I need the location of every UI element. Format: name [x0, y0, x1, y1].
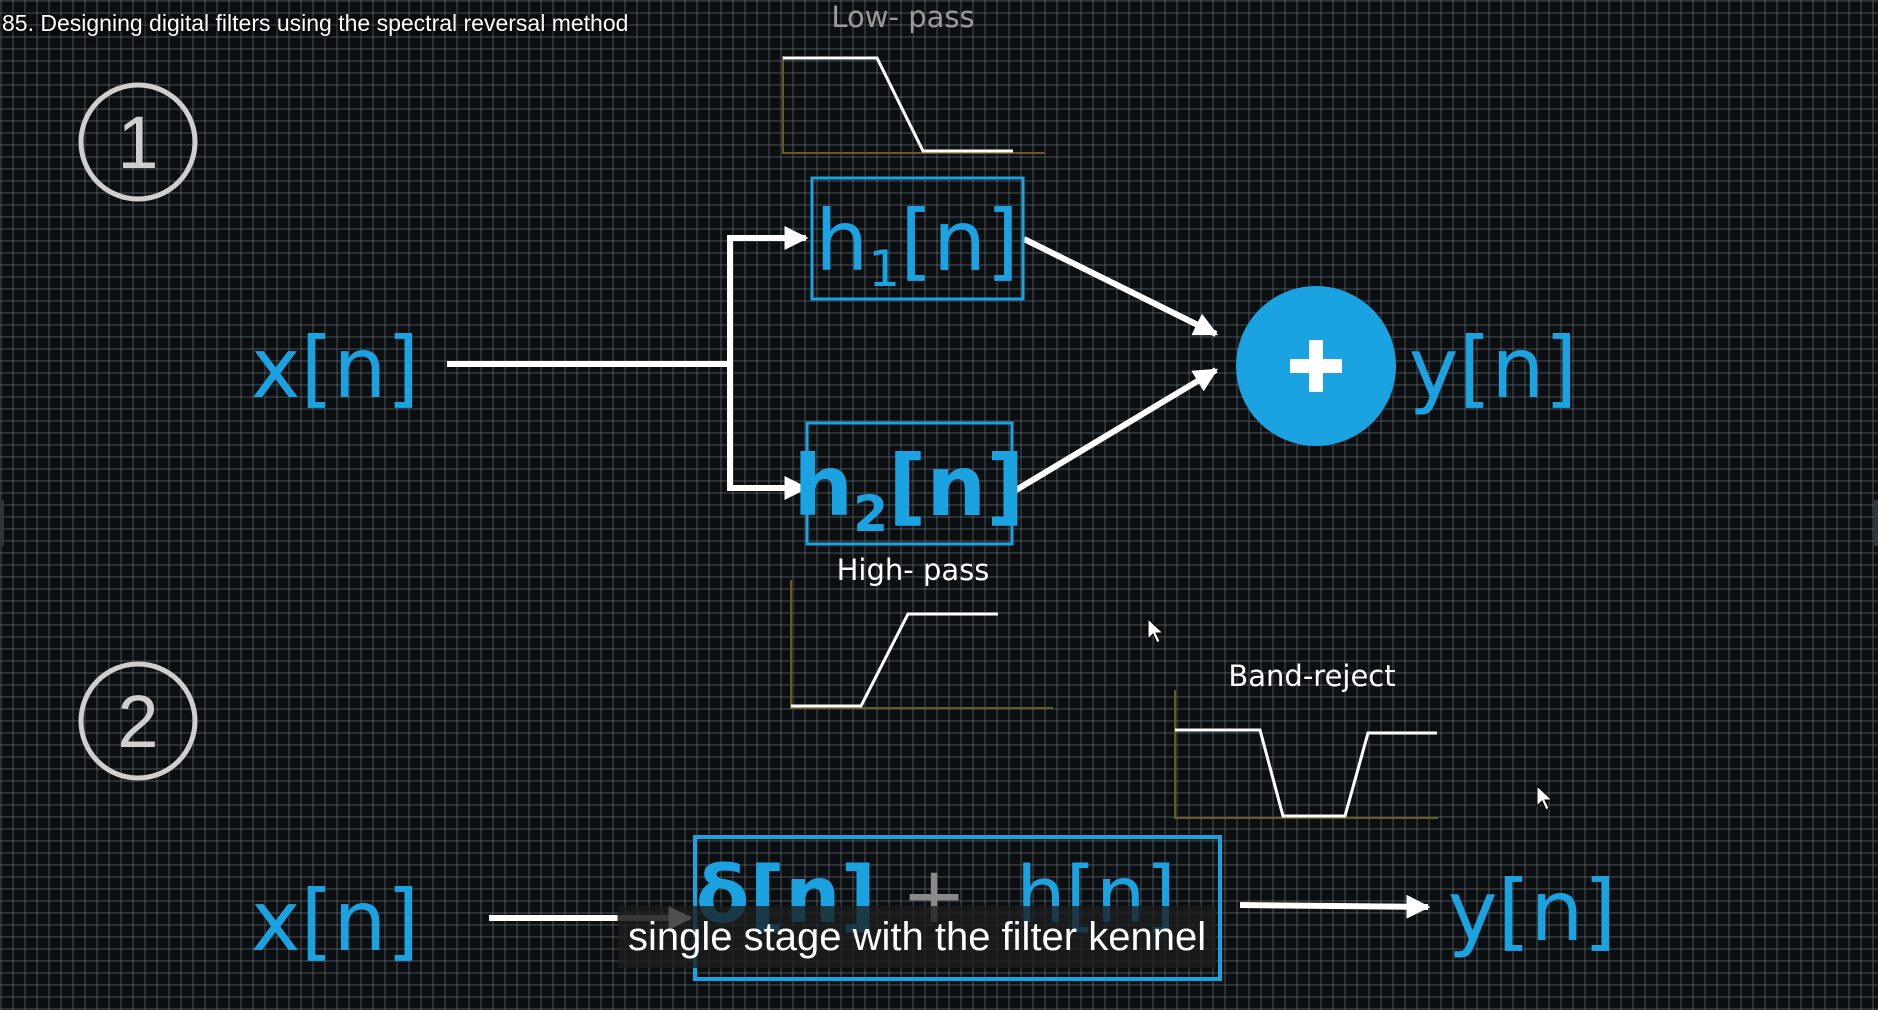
highpass-axes — [790, 580, 1053, 709]
lowpass-axes — [782, 56, 1045, 154]
h2-base: h — [793, 437, 853, 535]
bandreject-curve — [1175, 728, 1437, 818]
wire-h1-to-adder — [1022, 236, 1219, 337]
stage2-output-wire — [1239, 894, 1431, 919]
step-1-badge: 1 — [78, 82, 198, 202]
stage1-output-label: y[n] — [1409, 319, 1578, 417]
right-edge-handle[interactable] — [1874, 500, 1878, 546]
mouse-pointer-icon — [1536, 784, 1554, 811]
lowpass-label: Low- pass — [831, 0, 974, 34]
svg-text:h1[n]: h1[n] — [815, 192, 1019, 298]
highpass-curve — [791, 612, 998, 708]
lowpass-response: Low- pass — [782, 0, 1045, 154]
h1-argument: [n] — [900, 192, 1019, 290]
highpass-label: High- pass — [837, 553, 990, 587]
stage1-input-label: x[n] — [251, 319, 420, 417]
filter-block-diagram: 1 2 Low- pass High- pass Band-reject x[n… — [78, 0, 1617, 981]
bandreject-label: Band-reject — [1228, 659, 1395, 693]
bandreject-axes — [1174, 690, 1438, 819]
h1-filter-block: h1[n] — [810, 176, 1025, 301]
mouse-pointer-icon — [1147, 617, 1165, 644]
stage2-input-label: x[n] — [251, 872, 420, 970]
step-1-number: 1 — [117, 101, 158, 184]
svg-text:h2[n]: h2[n] — [793, 437, 1024, 543]
h1-subscript: 1 — [868, 240, 900, 298]
wire-h2-to-adder — [1014, 367, 1219, 493]
video-frame[interactable]: 1 2 Low- pass High- pass Band-reject x[n… — [0, 0, 1878, 1010]
h2-filter-block: h2[n] — [793, 421, 1025, 546]
bandreject-response: Band-reject — [1174, 659, 1438, 819]
lowpass-curve — [783, 56, 1013, 153]
h2-subscript: 2 — [853, 485, 888, 543]
h2-argument: [n] — [888, 437, 1025, 535]
step-2-badge: 2 — [78, 661, 198, 781]
h1-base: h — [815, 192, 868, 290]
left-edge-handle[interactable] — [0, 500, 4, 546]
subtitle-caption: single stage with the filter kennel — [618, 906, 1217, 968]
stage2-output-label: y[n] — [1448, 862, 1617, 960]
adder-node — [1236, 286, 1396, 446]
highpass-response: High- pass — [790, 553, 1053, 709]
step-2-number: 2 — [117, 680, 158, 763]
video-title: 85. Designing digital filters using the … — [2, 10, 629, 36]
